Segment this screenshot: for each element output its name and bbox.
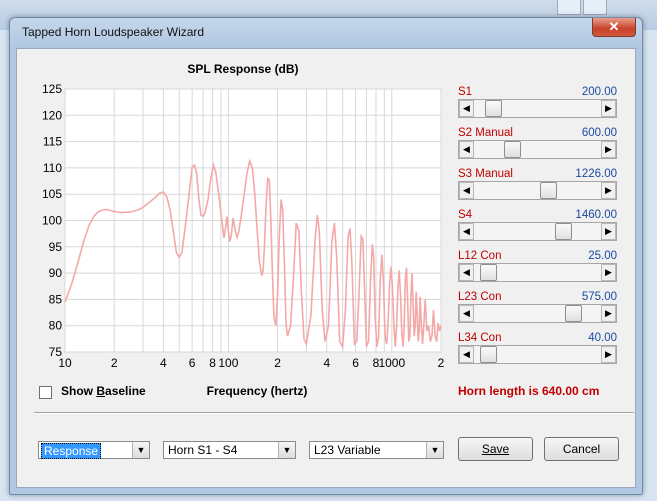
x-tick-label: 100 xyxy=(218,356,238,370)
slider-scrollbar[interactable]: ◀ ▶ xyxy=(458,263,617,282)
chevron-down-icon[interactable]: ▼ xyxy=(132,442,149,458)
show-baseline-checkbox[interactable] xyxy=(39,386,52,399)
slider-thumb[interactable] xyxy=(479,264,497,281)
variable-value: L23 Variable xyxy=(314,443,381,457)
variable-select[interactable]: L23 Variable ▼ xyxy=(309,441,444,459)
arrow-left-icon[interactable]: ◀ xyxy=(459,182,474,199)
x-tick-label: 6 xyxy=(189,356,196,370)
slider-value: 40.00 xyxy=(588,332,617,344)
slider-value: 1226.00 xyxy=(575,168,617,180)
y-tick-label: 95 xyxy=(49,240,63,254)
arrow-right-icon[interactable]: ▶ xyxy=(601,223,616,240)
slider-thumb[interactable] xyxy=(485,100,502,117)
arrow-left-icon[interactable]: ◀ xyxy=(459,141,474,158)
wizard-dialog: Tapped Horn Loudspeaker Wizard ✕ SPL Res… xyxy=(9,17,643,495)
x-tick-label: 8 xyxy=(209,356,216,370)
background-window-controls xyxy=(555,0,607,18)
cancel-button[interactable]: Cancel xyxy=(544,437,619,461)
y-tick-label: 80 xyxy=(49,319,63,333)
y-tick-label: 115 xyxy=(43,135,62,149)
y-tick-label: 120 xyxy=(42,108,62,122)
view-mode-value: Response xyxy=(41,443,102,459)
slider-scrollbar[interactable]: ◀ ▶ xyxy=(458,304,617,323)
dialog-client-area: SPL Response (dB) Frequency (hertz) 125 1… xyxy=(16,48,636,488)
slider-value: 25.00 xyxy=(588,250,617,262)
slider-scrollbar[interactable]: ◀ ▶ xyxy=(458,345,617,364)
horn-section-select[interactable]: Horn S1 - S4 ▼ xyxy=(163,441,296,459)
arrow-right-icon[interactable]: ▶ xyxy=(601,141,616,158)
x-tick-label: 2 xyxy=(438,356,445,370)
spl-response-chart: SPL Response (dB) Frequency (hertz) 125 1… xyxy=(42,62,445,398)
slider-scrollbar[interactable]: ◀ ▶ xyxy=(458,99,617,118)
x-tick-label: 2 xyxy=(111,356,118,370)
arrow-right-icon[interactable]: ▶ xyxy=(601,346,616,363)
bg-maximize-icon xyxy=(583,0,607,15)
y-tick-label: 110 xyxy=(43,161,62,175)
arrow-left-icon[interactable]: ◀ xyxy=(459,264,474,281)
save-button-label: Save xyxy=(481,442,510,456)
slider-value: 200.00 xyxy=(581,86,617,98)
horn-length-status: Horn length is 640.00 cm xyxy=(458,384,600,398)
close-icon: ✕ xyxy=(608,19,620,34)
horn-section-value: Horn S1 - S4 xyxy=(168,443,238,457)
save-button[interactable]: Save xyxy=(458,437,533,461)
slider-value: 575.00 xyxy=(581,291,617,303)
arrow-right-icon[interactable]: ▶ xyxy=(601,264,616,281)
slider-thumb[interactable] xyxy=(565,305,583,322)
y-tick-label: 100 xyxy=(42,214,62,228)
x-tick-label: 1000 xyxy=(378,356,405,370)
chevron-down-icon[interactable]: ▼ xyxy=(426,442,443,458)
arrow-left-icon[interactable]: ◀ xyxy=(459,100,474,117)
slider-thumb[interactable] xyxy=(540,182,557,199)
slider-thumb[interactable] xyxy=(479,346,497,363)
slider-scrollbar[interactable]: ◀ ▶ xyxy=(458,181,617,200)
arrow-right-icon[interactable]: ▶ xyxy=(601,182,616,199)
y-tick-label: 105 xyxy=(42,187,62,201)
show-baseline-label-pre: Show xyxy=(61,384,97,398)
x-tick-labels: 10 2 4 6 8 100 2 4 6 8 1000 2 xyxy=(58,356,444,370)
window-title: Tapped Horn Loudspeaker Wizard xyxy=(22,25,205,39)
cancel-button-label: Cancel xyxy=(562,442,601,456)
arrow-left-icon[interactable]: ◀ xyxy=(459,305,474,322)
view-mode-select[interactable]: Response ▼ xyxy=(38,441,150,459)
show-baseline-accel-key: B xyxy=(96,384,106,398)
chevron-down-icon[interactable]: ▼ xyxy=(278,442,295,458)
y-tick-label: 85 xyxy=(49,292,63,306)
bg-minimize-icon xyxy=(557,0,581,15)
chart-title: SPL Response (dB) xyxy=(187,62,298,76)
arrow-left-icon[interactable]: ◀ xyxy=(459,346,474,363)
slider-scrollbar[interactable]: ◀ ▶ xyxy=(458,222,617,241)
x-tick-label: 4 xyxy=(160,356,167,370)
y-tick-label: 90 xyxy=(49,266,63,280)
slider-scrollbar[interactable]: ◀ ▶ xyxy=(458,140,617,159)
slider-value: 600.00 xyxy=(581,127,617,139)
x-tick-label: 2 xyxy=(274,356,281,370)
show-baseline-label[interactable]: Show Baseline xyxy=(61,384,146,398)
show-baseline-label-post: aseline xyxy=(105,384,146,398)
slider-thumb[interactable] xyxy=(503,141,521,158)
arrow-right-icon[interactable]: ▶ xyxy=(601,100,616,117)
arrow-left-icon[interactable]: ◀ xyxy=(459,223,474,240)
x-tick-label: 6 xyxy=(352,356,359,370)
slider-value: 1460.00 xyxy=(575,209,617,221)
x-tick-label: 10 xyxy=(58,356,72,370)
y-tick-label: 125 xyxy=(42,82,62,96)
x-tick-label: 4 xyxy=(323,356,330,370)
x-axis-label: Frequency (hertz) xyxy=(207,384,308,398)
close-button[interactable]: ✕ xyxy=(592,18,636,37)
separator-line xyxy=(34,412,634,414)
slider-thumb[interactable] xyxy=(555,223,573,240)
arrow-right-icon[interactable]: ▶ xyxy=(601,305,616,322)
y-tick-labels: 1251201151101051009590858075 xyxy=(42,82,62,359)
